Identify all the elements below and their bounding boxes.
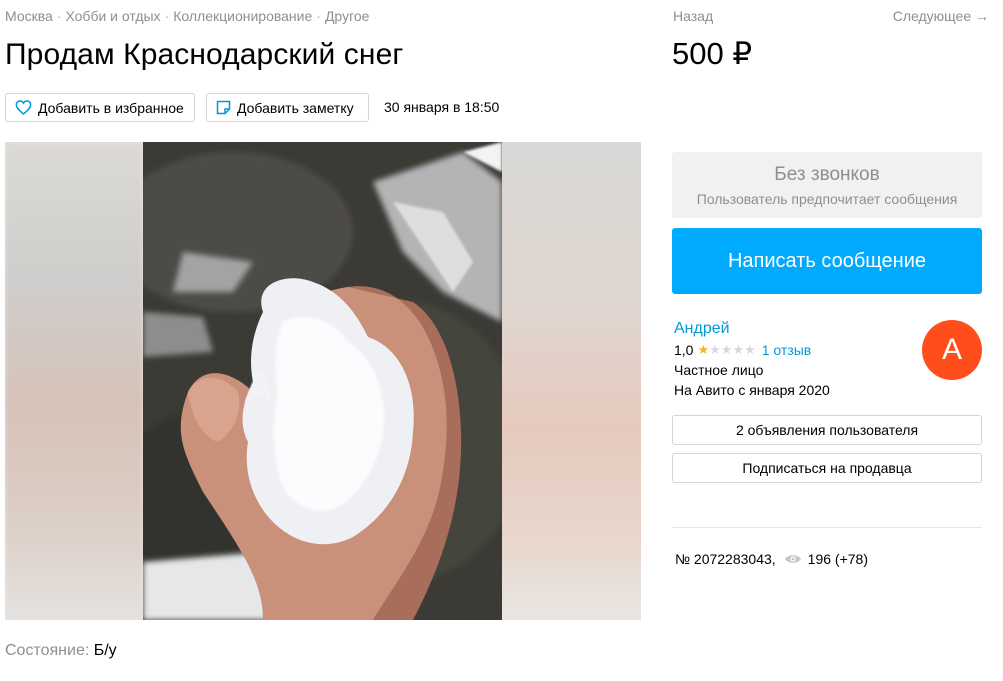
- reviews-link[interactable]: 1 отзыв: [762, 342, 812, 358]
- write-message-button[interactable]: Написать сообщение: [672, 228, 982, 294]
- item-number: № 2072283043,: [675, 551, 776, 567]
- add-to-favorites-label: Добавить в избранное: [38, 99, 184, 116]
- no-calls-title: Без звонков: [774, 164, 880, 185]
- listing-price: 500 ₽: [672, 36, 753, 71]
- listing-date: 30 января в 18:50: [384, 99, 500, 115]
- breadcrumb-item-other[interactable]: Другое: [325, 8, 369, 24]
- rating-value: 1,0: [674, 342, 694, 358]
- breadcrumb-item-city[interactable]: Москва: [5, 8, 53, 24]
- seller-rating: 1,0 ★ ★ ★ ★ ★ 1 отзыв: [674, 342, 811, 358]
- views-count: 196 (+78): [807, 551, 868, 567]
- heart-icon: [15, 100, 32, 115]
- gallery-blur-right: [502, 142, 641, 620]
- seller-ads-button[interactable]: 2 объявления пользователя: [672, 415, 982, 445]
- breadcrumb-separator: ·: [56, 8, 62, 24]
- listing-title: Продам Краснодарский снег: [5, 38, 404, 71]
- rating-stars: ★ ★ ★ ★ ★: [697, 343, 755, 357]
- listing-photo[interactable]: Avito: [143, 142, 502, 620]
- seller-since: На Авито с января 2020: [674, 382, 830, 398]
- seller-name[interactable]: Андрей: [674, 320, 730, 338]
- snow-in-hand-image: Avito: [143, 142, 502, 620]
- note-icon: [216, 100, 231, 115]
- breadcrumb: Москва · Хобби и отдых · Коллекционирование ·…: [5, 8, 369, 24]
- condition-row: Состояние: Б/у: [5, 642, 117, 660]
- breadcrumb-separator: ·: [164, 8, 170, 24]
- watermark-text: Avito: [243, 363, 351, 412]
- star-empty-icon: ★: [744, 342, 756, 357]
- no-calls-subtitle: Пользователь предпочитает сообщения: [696, 191, 958, 207]
- condition-value: Б/у: [93, 642, 117, 659]
- breadcrumb-separator: ·: [316, 8, 321, 24]
- add-to-favorites-button[interactable]: Добавить в избранное: [5, 93, 195, 122]
- avatar[interactable]: А: [922, 320, 982, 380]
- breadcrumb-item-collecting[interactable]: Коллекционирование: [173, 8, 312, 24]
- condition-label: Состояние:: [5, 642, 90, 659]
- eye-icon: [784, 555, 801, 563]
- photo-gallery[interactable]: Avito: [5, 142, 641, 620]
- breadcrumb-item-hobby[interactable]: Хобби и отдых: [65, 8, 160, 24]
- add-note-label: Добавить заметку: [237, 99, 354, 116]
- seller-type: Частное лицо: [674, 362, 764, 378]
- divider: [672, 527, 982, 528]
- subscribe-seller-button[interactable]: Подписаться на продавца: [672, 453, 982, 483]
- no-calls-notice: Без звонков Пользователь предпочитает со…: [672, 152, 982, 218]
- star-empty-icon: ★: [732, 342, 745, 357]
- gallery-blur-left: [5, 142, 143, 620]
- item-stats: № 2072283043, 196 (+78): [675, 551, 868, 567]
- star-empty-icon: ★: [720, 342, 733, 357]
- star-filled-icon: ★: [697, 342, 710, 357]
- star-empty-icon: ★: [709, 342, 721, 357]
- back-link[interactable]: Назад: [673, 8, 713, 24]
- add-note-button[interactable]: Добавить заметку: [206, 93, 369, 122]
- next-link[interactable]: Следующее →: [893, 8, 989, 24]
